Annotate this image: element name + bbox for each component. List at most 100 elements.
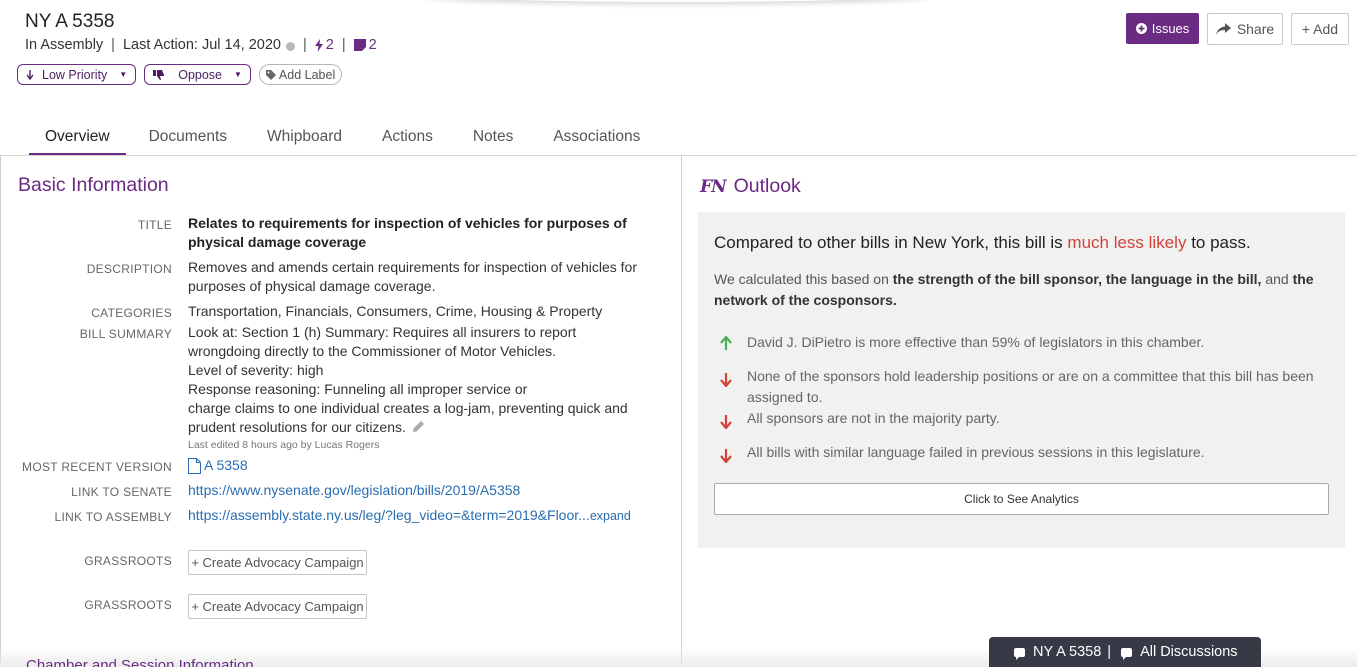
meta-separator: | <box>302 37 307 53</box>
last-edited: Last edited 8 hours ago by Lucas Rogers <box>188 439 380 451</box>
outlook-header: FN Outlook <box>700 175 801 198</box>
title-value: Relates to requirements for inspection o… <box>188 214 627 252</box>
summary-line: charge claims to one individual creates … <box>188 400 628 416</box>
bill-tags: Low Priority ▼ Oppose ▼ Add Label <box>17 64 343 85</box>
calc-bold-1: the strength of the bill sponsor, the la… <box>892 271 1262 287</box>
compare-suffix: to pass. <box>1191 233 1251 252</box>
document-icon <box>188 457 201 474</box>
tab-whipboard[interactable]: Whipboard <box>267 128 342 156</box>
priority-dropdown[interactable]: Low Priority ▼ <box>17 64 137 85</box>
discussion-separator: | <box>1107 644 1112 660</box>
title-label: TITLE <box>137 218 172 232</box>
top-shadow <box>425 0 930 2</box>
meta-separator: | <box>111 37 115 53</box>
priority-label: Low Priority <box>42 67 108 82</box>
add-button[interactable]: + Add <box>1291 13 1349 45</box>
description-line: Removes and amends certain requirements … <box>188 259 637 275</box>
calc-and: and <box>1265 271 1289 287</box>
arrow-down-icon <box>720 373 732 387</box>
create-advocacy-button[interactable]: + Create Advocacy Campaign <box>188 594 367 619</box>
factor-text: All bills with similar language failed i… <box>747 444 1205 460</box>
add-label: + Add <box>1301 21 1339 37</box>
position-dropdown[interactable]: Oppose ▼ <box>144 64 251 85</box>
chevron-down-icon: ▼ <box>234 70 242 79</box>
calc-prefix: We calculated this based on <box>714 271 889 287</box>
tab-bar: Overview Documents Whipboard Actions Not… <box>29 128 640 156</box>
notes-count[interactable]: 2 <box>353 37 377 53</box>
position-label: Oppose <box>178 67 222 82</box>
outlook-factor: None of the sponsors hold leadership pos… <box>720 366 1320 408</box>
notes-count-value: 2 <box>368 37 377 53</box>
outlook-factor: All sponsors are not in the majority par… <box>720 408 1320 429</box>
bill-summary-label: BILL SUMMARY <box>79 327 172 341</box>
version-link[interactable]: A 5358 <box>188 456 248 475</box>
note-icon <box>353 39 366 51</box>
outlook-panel: Compared to other bills in New York, thi… <box>698 212 1345 548</box>
description-label: DESCRIPTION <box>86 262 172 276</box>
summary-line: Response reasoning: Funneling all improp… <box>188 381 528 397</box>
last-action: Last Action: Jul 14, 2020 <box>122 37 281 53</box>
basic-info-heading: Basic Information <box>18 174 169 196</box>
description-value: Removes and amends certain requirements … <box>188 258 637 296</box>
pencil-icon[interactable] <box>412 421 424 432</box>
grassroots-label: GRASSROOTS <box>84 554 172 568</box>
summary-line-text: prudent resolutions for our citizens. <box>188 419 406 435</box>
see-analytics-button[interactable]: Click to See Analytics <box>714 483 1329 515</box>
outlook-heading: Outlook <box>733 175 801 197</box>
column-divider <box>681 155 682 667</box>
share-icon <box>1215 23 1231 35</box>
factor-text: David J. DiPietro is more effective than… <box>747 334 1205 350</box>
outlook-calculation: We calculated this based on the strength… <box>714 269 1319 311</box>
share-button[interactable]: Share <box>1207 13 1283 45</box>
factor-text: All sponsors are not in the majority par… <box>747 410 1000 426</box>
description-line: purposes of physical damage coverage. <box>188 278 436 294</box>
tab-actions[interactable]: Actions <box>382 128 433 156</box>
arrow-down-icon <box>720 415 732 429</box>
grassroots-label: GRASSROOTS <box>84 598 172 612</box>
summary-line: Level of severity: high <box>188 362 324 378</box>
add-label-button[interactable]: Add Label <box>258 64 343 85</box>
info-icon[interactable] <box>285 41 295 51</box>
panel-border <box>0 155 1 667</box>
share-label: Share <box>1236 21 1275 37</box>
bill-title: NY A 5358 <box>25 11 115 32</box>
issues-button[interactable]: Issues <box>1126 13 1199 44</box>
actions-count[interactable]: 2 <box>314 37 334 53</box>
assembly-label: LINK TO ASSEMBLY <box>54 510 172 524</box>
thumbs-down-icon <box>153 69 165 80</box>
tab-notes[interactable]: Notes <box>473 128 514 156</box>
outlook-factor: All bills with similar language failed i… <box>720 442 1320 463</box>
tag-icon <box>265 69 276 80</box>
bolt-icon <box>314 38 323 52</box>
add-label-text: Add Label <box>278 67 336 82</box>
bill-status: In Assembly <box>25 37 104 53</box>
assembly-link-row: https://assembly.state.ny.us/leg/?leg_vi… <box>188 506 631 526</box>
chamber-heading: Chamber and Session Information <box>26 657 254 667</box>
compare-highlight: much less likely <box>1067 233 1187 252</box>
arrow-down-icon <box>26 69 34 80</box>
version-value: A 5358 <box>204 457 248 473</box>
senate-link[interactable]: https://www.nysenate.gov/legislation/bil… <box>188 481 520 500</box>
tab-documents[interactable]: Documents <box>149 128 227 156</box>
arrow-down-icon <box>720 449 732 463</box>
factor-text: None of the sponsors hold leadership pos… <box>747 368 1314 405</box>
create-advocacy-button[interactable]: + Create Advocacy Campaign <box>188 550 367 575</box>
meta-separator: | <box>341 37 346 53</box>
bill-discussion-link[interactable]: NY A 5358 <box>1033 644 1101 660</box>
outlook-factor: David J. DiPietro is more effective than… <box>720 332 1320 353</box>
all-discussions-link[interactable]: All Discussions <box>1140 644 1238 660</box>
bill-meta: In Assembly | Last Action: Jul 14, 2020 … <box>25 37 377 53</box>
categories-label: CATEGORIES <box>91 306 172 320</box>
arrow-up-icon <box>720 336 732 350</box>
expand-link[interactable]: expand <box>590 509 631 523</box>
compare-prefix: Compared to other bills in New York, thi… <box>714 233 1063 252</box>
assembly-link[interactable]: https://assembly.state.ny.us/leg/?leg_vi… <box>188 507 590 523</box>
fn-logo: FN <box>700 176 727 197</box>
tab-overview[interactable]: Overview <box>29 128 126 156</box>
tab-divider <box>0 155 1357 156</box>
issues-label: Issues <box>1151 21 1190 36</box>
discussion-bar: NY A 5358 | All Discussions <box>989 637 1261 667</box>
outlook-comparison: Compared to other bills in New York, thi… <box>714 233 1251 253</box>
tab-associations[interactable]: Associations <box>553 128 640 156</box>
title-line: Relates to requirements for inspection o… <box>188 215 627 231</box>
